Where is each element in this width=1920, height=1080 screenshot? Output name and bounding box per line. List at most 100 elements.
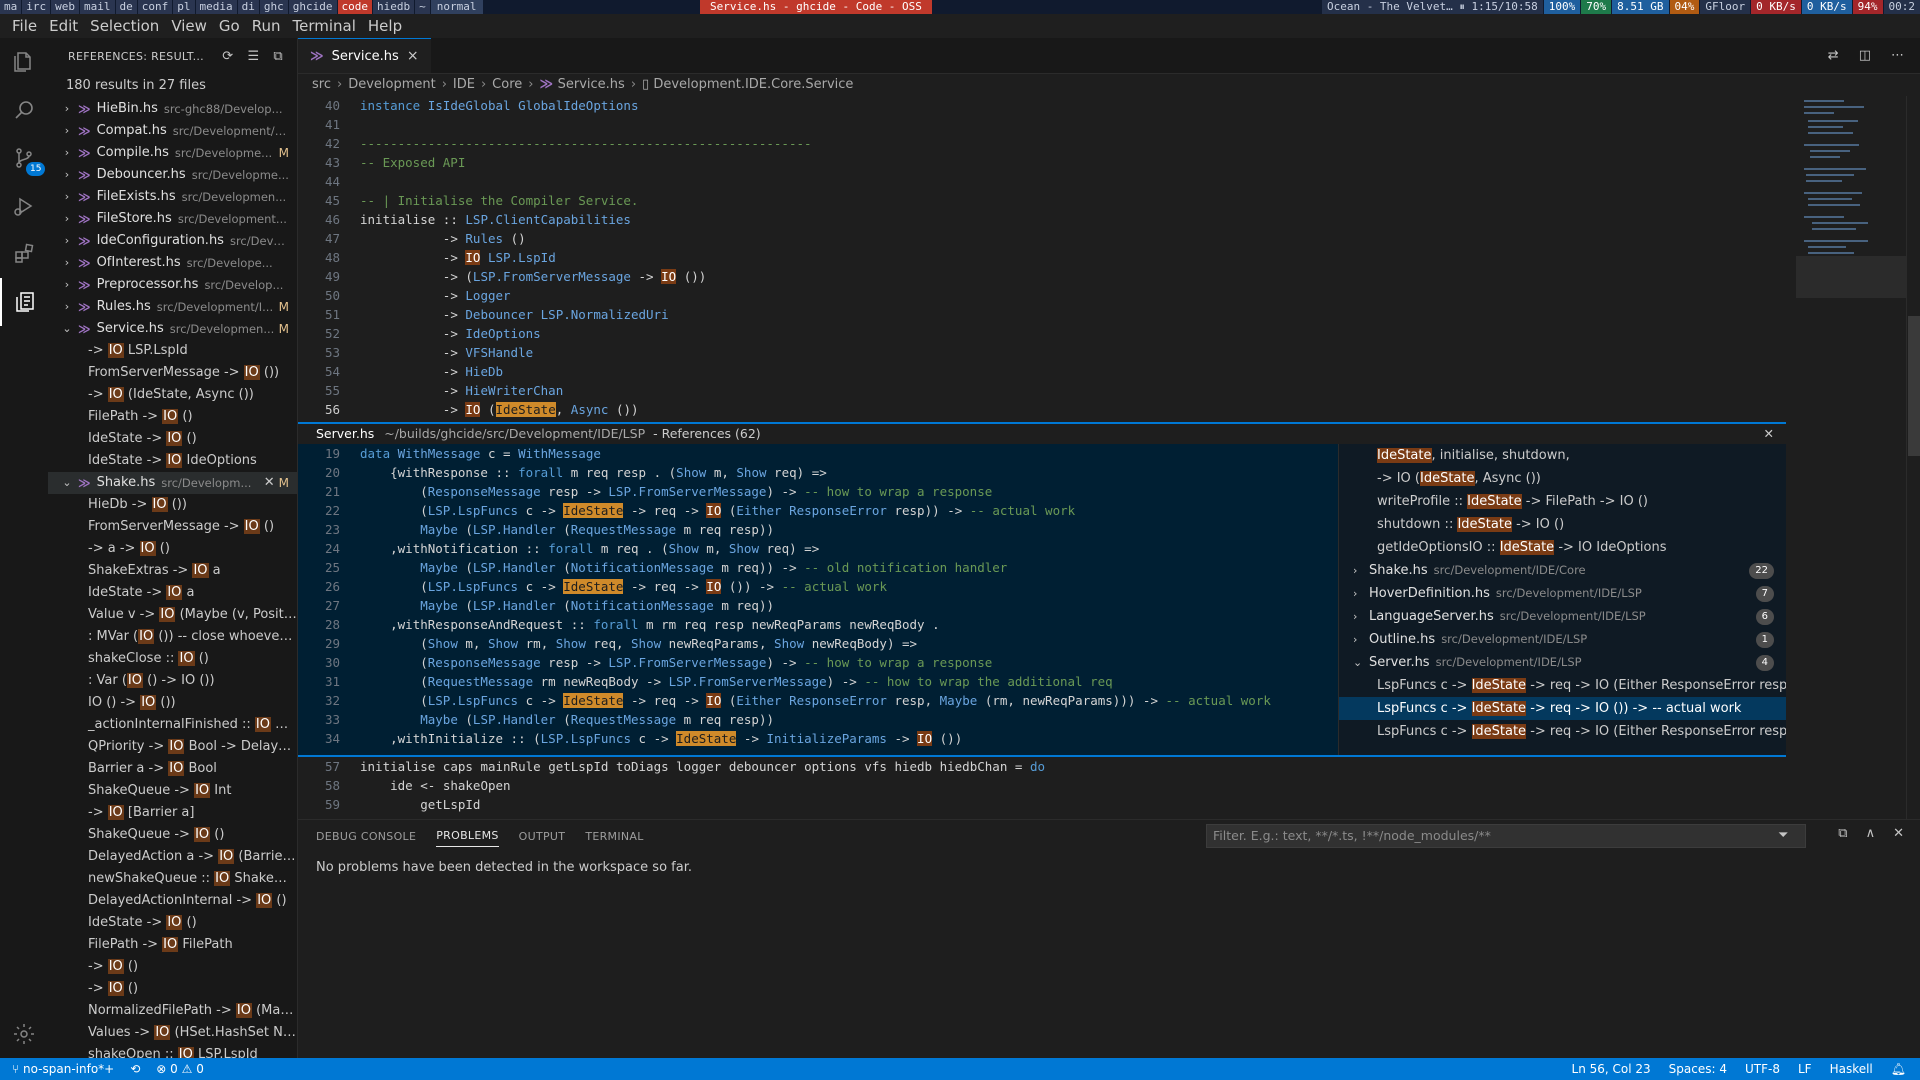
workspace-pl[interactable]: pl: [173, 0, 195, 14]
reference-item[interactable]: Values -> IO (HSet.HashSet Nor...: [48, 1022, 297, 1044]
refresh-icon[interactable]: ⟳: [222, 49, 233, 64]
peek-code-preview[interactable]: 19 data WithMessage c = WithMessage 20 {wi…: [298, 444, 1338, 755]
close-icon[interactable]: ✕: [1764, 424, 1774, 444]
workspace-web[interactable]: web: [51, 0, 79, 14]
reference-item[interactable]: IO () -> IO ()): [48, 692, 297, 714]
reference-file-item[interactable]: › ≫ Debouncer.hs src/Developme...: [48, 164, 297, 186]
reference-item[interactable]: Value v -> IO (Maybe (v, Positio...: [48, 604, 297, 626]
reference-item[interactable]: HieDb -> IO ()): [48, 494, 297, 516]
reference-item[interactable]: NormalizedFilePath -> IO (May...: [48, 1000, 297, 1022]
reference-file-item[interactable]: › ≫ OfInterest.hs src/Develope...: [48, 252, 297, 274]
reference-item[interactable]: FromServerMessage -> IO (): [48, 516, 297, 538]
menu-view[interactable]: View: [165, 14, 213, 38]
run-debug-icon[interactable]: [0, 182, 48, 230]
scrollbar-thumb[interactable]: [1908, 316, 1920, 456]
reference-file-item[interactable]: › ≫ Rules.hs src/Development/I... M: [48, 296, 297, 318]
references-view-icon[interactable]: [0, 278, 48, 326]
peek-reference-item[interactable]: shutdown :: IdeState -> IO (): [1339, 513, 1786, 536]
peek-file-item[interactable]: › LanguageServer.hs src/Development/IDE/LS…: [1339, 605, 1786, 628]
reference-item[interactable]: -> IO LSP.LspId: [48, 340, 297, 362]
reference-file-item[interactable]: › ≫ Compile.hs src/Developme... M: [48, 142, 297, 164]
workspace-ghcide[interactable]: ghcide: [288, 0, 337, 14]
problems-indicator[interactable]: ⊗ 0 ⚠ 0: [156, 1058, 204, 1080]
reference-item[interactable]: IdeState -> IO (): [48, 912, 297, 934]
indentation[interactable]: Spaces: 4: [1669, 1058, 1727, 1080]
peek-reference-item[interactable]: LspFuncs c -> IdeState -> req -> IO (Eit…: [1339, 720, 1786, 743]
reference-file-item[interactable]: ⌄ ≫ Service.hs src/Developmen... M: [48, 318, 297, 340]
peek-reference-item[interactable]: LspFuncs c -> IdeState -> req -> IO (Eit…: [1339, 674, 1786, 697]
sync-icon[interactable]: ⟲: [130, 1058, 140, 1080]
workspace-ma[interactable]: ma: [0, 0, 22, 14]
menu-run[interactable]: Run: [246, 14, 287, 38]
breadcrumb-item[interactable]: Core: [492, 77, 522, 92]
breadcrumb-item[interactable]: IDE: [453, 77, 475, 92]
reference-item[interactable]: -> IO [Barrier a]: [48, 802, 297, 824]
workspace-hiedb[interactable]: hiedb: [373, 0, 415, 14]
reference-item[interactable]: ShakeQueue -> IO (): [48, 824, 297, 846]
close-icon[interactable]: ✕: [264, 472, 275, 494]
collapse-icon[interactable]: ⧉: [1838, 826, 1847, 841]
tab-problems[interactable]: PROBLEMS: [436, 829, 499, 847]
workspace-de[interactable]: de: [115, 0, 137, 14]
tab-terminal[interactable]: TERMINAL: [585, 830, 643, 843]
notifications-bell-icon[interactable]: 🔔︎: [1891, 1058, 1906, 1080]
menu-go[interactable]: Go: [213, 14, 246, 38]
breadcrumb-item[interactable]: Development: [348, 77, 436, 92]
peek-file-item[interactable]: › HoverDefinition.hs src/Development/IDE/L…: [1339, 582, 1786, 605]
reference-item[interactable]: : MVar (IO ()) -- close whoever ...: [48, 626, 297, 648]
reference-item[interactable]: FilePath -> IO FilePath: [48, 934, 297, 956]
reference-item[interactable]: FromServerMessage -> IO ()): [48, 362, 297, 384]
workspace-code[interactable]: code: [337, 0, 372, 14]
tab-output[interactable]: OUTPUT: [519, 830, 566, 843]
editor-scrollbar[interactable]: [1906, 96, 1920, 866]
split-editor-icon[interactable]: ◫: [1859, 48, 1871, 63]
minimap[interactable]: [1796, 96, 1906, 656]
reference-item[interactable]: ShakeQueue -> IO Int: [48, 780, 297, 802]
workspace-di[interactable]: di: [237, 0, 259, 14]
workspace-~[interactable]: ~: [415, 0, 430, 14]
filter-icon[interactable]: ⏷: [1778, 828, 1788, 843]
reference-item[interactable]: _actionInternalFinished :: IO Bool: [48, 714, 297, 736]
reference-item[interactable]: DelayedActionInternal -> IO (): [48, 890, 297, 912]
menu-edit[interactable]: Edit: [43, 14, 84, 38]
peek-reference-item[interactable]: IdeState, initialise, shutdown,: [1339, 444, 1786, 467]
clear-icon[interactable]: ☰: [247, 49, 259, 64]
more-actions-icon[interactable]: ⋯: [1891, 48, 1904, 63]
reference-item[interactable]: IdeState -> IO IdeOptions: [48, 450, 297, 472]
workspace-conf[interactable]: conf: [137, 0, 173, 14]
reference-item[interactable]: -> IO (IdeState, Async ()): [48, 384, 297, 406]
reference-item[interactable]: IdeState -> IO a: [48, 582, 297, 604]
reference-item[interactable]: shakeOpen :: IO LSP.LspId: [48, 1044, 297, 1058]
reference-item[interactable]: -> a -> IO (): [48, 538, 297, 560]
maximize-panel-icon[interactable]: ∧: [1866, 826, 1876, 841]
branch-indicator[interactable]: ⑂ no-span-info*+: [12, 1058, 114, 1080]
collapse-all-icon[interactable]: ⧉: [273, 49, 283, 64]
encoding[interactable]: UTF-8: [1745, 1058, 1780, 1080]
tab-debug-console[interactable]: DEBUG CONSOLE: [316, 830, 416, 843]
close-icon[interactable]: ×: [407, 48, 419, 64]
menu-terminal[interactable]: Terminal: [287, 14, 362, 38]
problems-filter-input[interactable]: Filter. E.g.: text, **/*.ts, !**/node_mo…: [1206, 824, 1806, 848]
menu-selection[interactable]: Selection: [84, 14, 165, 38]
code-editor[interactable]: 40 instance IsIdeGlobal GlobalIdeOptions 4…: [298, 96, 1788, 454]
breadcrumb-item[interactable]: src: [312, 77, 331, 92]
peek-reference-item[interactable]: writeProfile :: IdeState -> FilePath -> …: [1339, 490, 1786, 513]
reference-item[interactable]: newShakeQueue :: IO ShakeQu...: [48, 868, 297, 890]
reference-item[interactable]: shakeClose :: IO (): [48, 648, 297, 670]
menu-help[interactable]: Help: [362, 14, 408, 38]
reference-file-item[interactable]: › ≫ IdeConfiguration.hs src/Deve...: [48, 230, 297, 252]
menu-file[interactable]: File: [6, 14, 43, 38]
workspace-media[interactable]: media: [195, 0, 237, 14]
breadcrumb-item[interactable]: Service.hs: [558, 77, 625, 92]
reference-item[interactable]: IdeState -> IO (): [48, 428, 297, 450]
search-icon[interactable]: [0, 86, 48, 134]
reference-item[interactable]: FilePath -> IO (): [48, 406, 297, 428]
reference-file-item[interactable]: ⌄ ≫ Shake.hs src/Developm... ✕ M: [48, 472, 297, 494]
reference-item[interactable]: DelayedAction a -> IO (Barrier ...: [48, 846, 297, 868]
reference-item[interactable]: QPriority -> IO Bool -> Delayed...: [48, 736, 297, 758]
cursor-position[interactable]: Ln 56, Col 23: [1572, 1058, 1651, 1080]
breadcrumb-item[interactable]: Development.IDE.Core.Service: [653, 77, 853, 92]
workspace-mail[interactable]: mail: [80, 0, 115, 14]
reference-item[interactable]: Barrier a -> IO Bool: [48, 758, 297, 780]
end-of-line[interactable]: LF: [1798, 1058, 1812, 1080]
